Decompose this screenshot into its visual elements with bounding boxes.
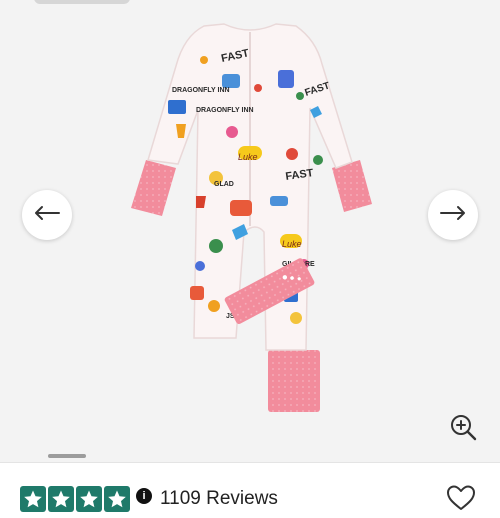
zoom-in-icon bbox=[449, 413, 477, 446]
heart-icon bbox=[446, 485, 476, 516]
prev-image-button[interactable] bbox=[22, 190, 72, 240]
right-leg-cuff bbox=[268, 350, 320, 412]
print-text-10: GLAD bbox=[214, 181, 234, 188]
slide-indicator bbox=[0, 454, 500, 458]
arrow-left-icon bbox=[33, 205, 61, 226]
product-gallery: FAST DRAGONFLY INN DRAGONFLY INN Luke FA… bbox=[0, 0, 500, 462]
wishlist-button[interactable] bbox=[446, 484, 476, 512]
zoom-button[interactable] bbox=[448, 414, 478, 444]
star-icon bbox=[76, 486, 102, 512]
print-text-5: FAST bbox=[285, 167, 315, 183]
print-text-2: DRAGONFLY INN bbox=[172, 87, 230, 94]
star-icon bbox=[20, 486, 46, 512]
product-image: FAST DRAGONFLY INN DRAGONFLY INN Luke FA… bbox=[131, 23, 372, 412]
slide-indicator-active bbox=[48, 454, 86, 458]
reviews-link[interactable]: 1109 Reviews bbox=[160, 488, 278, 510]
info-icon[interactable]: i bbox=[136, 488, 152, 504]
star-rating[interactable] bbox=[20, 486, 130, 512]
divider bbox=[0, 462, 500, 463]
rating-row: i 1109 Reviews bbox=[0, 478, 500, 518]
star-icon bbox=[48, 486, 74, 512]
print-text-6: Luke bbox=[282, 239, 302, 249]
print-text-4: Luke bbox=[238, 152, 258, 162]
arrow-right-icon bbox=[439, 205, 467, 226]
star-icon bbox=[104, 486, 130, 512]
print-text-3: DRAGONFLY INN bbox=[196, 107, 254, 114]
next-image-button[interactable] bbox=[428, 190, 478, 240]
left-sleeve-cuff bbox=[131, 160, 176, 216]
